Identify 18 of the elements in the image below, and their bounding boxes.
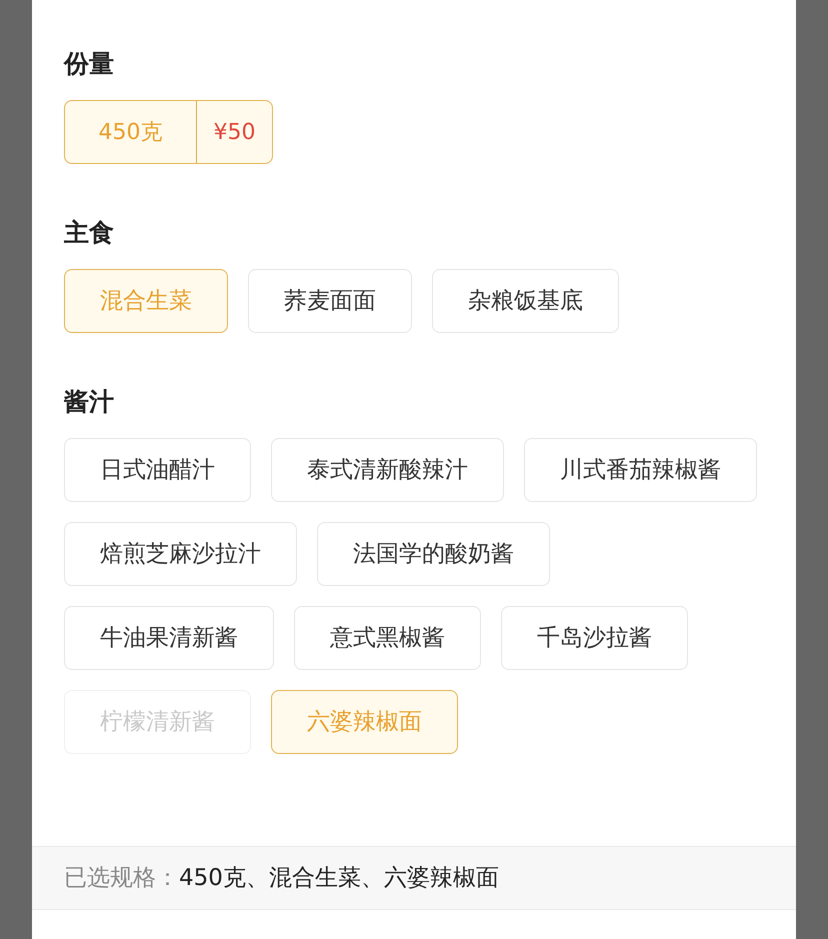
summary-label: 已选规格： [64, 864, 179, 893]
option-chip[interactable]: 日式油醋汁 [64, 438, 251, 502]
section-title: 主食 [64, 217, 114, 249]
option-chip[interactable]: 法国学的酸奶酱 [317, 522, 550, 586]
option-chip[interactable]: 焙煎芝麻沙拉汁 [64, 522, 297, 586]
portion-option[interactable]: 450克 ¥50 [64, 100, 273, 164]
option-chip[interactable]: 杂粮饭基底 [432, 269, 619, 333]
option-chip[interactable]: 泰式清新酸辣汁 [271, 438, 504, 502]
section-title: 酱汁 [64, 386, 114, 418]
portion-price: ¥50 [196, 101, 272, 163]
summary-value: 450克、混合生菜、六婆辣椒面 [179, 864, 499, 893]
option-chip[interactable]: 荞麦面面 [248, 269, 412, 333]
option-chip[interactable]: 川式番茄辣椒酱 [524, 438, 757, 502]
portion-weight: 450克 [98, 118, 164, 146]
option-chip[interactable]: 意式黑椒酱 [294, 606, 481, 670]
option-chip[interactable]: 千岛沙拉酱 [501, 606, 688, 670]
option-chip[interactable]: 牛油果清新酱 [64, 606, 274, 670]
section-title: 份量 [64, 48, 114, 80]
